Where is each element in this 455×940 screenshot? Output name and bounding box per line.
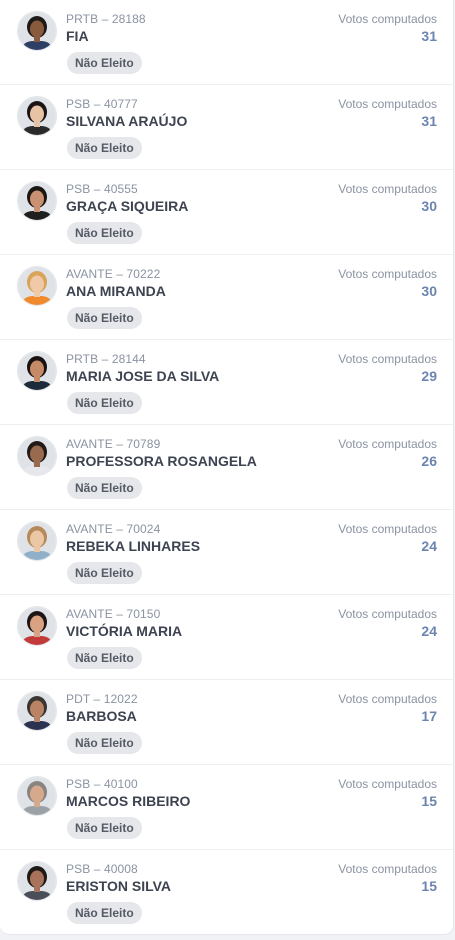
candidate-row[interactable]: AVANTE – 70150 VICTÓRIA MARIA Não Eleito… [0, 595, 453, 680]
votes-label: Votos computados [338, 182, 437, 196]
votes-label: Votos computados [338, 352, 437, 366]
person-photo-icon [18, 352, 56, 390]
vote-count: 29 [421, 368, 437, 384]
candidate-row[interactable]: PSB – 40555 GRAÇA SIQUEIRA Não Eleito Vo… [0, 170, 453, 255]
person-photo-icon [18, 607, 56, 645]
candidate-row[interactable]: PRTB – 28188 FIA Não Eleito Votos comput… [0, 0, 453, 85]
vote-count: 31 [421, 28, 437, 44]
candidate-photo [17, 181, 57, 221]
candidate-name: ANA MIRANDA [66, 283, 166, 299]
status-badge: Não Eleito [67, 477, 142, 499]
vote-count: 31 [421, 113, 437, 129]
status-badge: Não Eleito [67, 307, 142, 329]
candidate-photo [17, 776, 57, 816]
vote-count: 24 [421, 538, 437, 554]
person-photo-icon [18, 267, 56, 305]
candidate-name: MARCOS RIBEIRO [66, 793, 191, 809]
candidate-row[interactable]: PSB – 40008 ERISTON SILVA Não Eleito Vot… [0, 850, 453, 934]
vote-count: 30 [421, 283, 437, 299]
party-number: PSB – 40777 [66, 97, 138, 111]
vote-count: 15 [421, 878, 437, 894]
votes-label: Votos computados [338, 607, 437, 621]
votes-label: Votos computados [338, 522, 437, 536]
votes-label: Votos computados [338, 97, 437, 111]
candidate-photo [17, 606, 57, 646]
party-number: PDT – 12022 [66, 692, 138, 706]
status-badge: Não Eleito [67, 902, 142, 924]
candidate-row[interactable]: PRTB – 28144 MARIA JOSE DA SILVA Não Ele… [0, 340, 453, 425]
party-number: PSB – 40008 [66, 862, 138, 876]
votes-label: Votos computados [338, 267, 437, 281]
person-photo-icon [18, 97, 56, 135]
candidate-photo [17, 861, 57, 901]
candidate-row[interactable]: PSB – 40100 MARCOS RIBEIRO Não Eleito Vo… [0, 765, 453, 850]
status-badge: Não Eleito [67, 222, 142, 244]
candidate-name: REBEKA LINHARES [66, 538, 201, 554]
person-photo-icon [18, 12, 56, 50]
vote-count: 30 [421, 198, 437, 214]
party-number: AVANTE – 70222 [66, 267, 161, 281]
party-number: PRTB – 28144 [66, 352, 146, 366]
status-badge: Não Eleito [67, 52, 142, 74]
candidate-row[interactable]: AVANTE – 70789 PROFESSORA ROSANGELA Não … [0, 425, 453, 510]
candidate-photo [17, 96, 57, 136]
person-photo-icon [18, 522, 56, 560]
party-number: AVANTE – 70150 [66, 607, 161, 621]
votes-label: Votos computados [338, 12, 437, 26]
candidate-photo [17, 351, 57, 391]
party-number: PRTB – 28188 [66, 12, 146, 26]
candidate-photo [17, 11, 57, 51]
candidate-name: ERISTON SILVA [66, 878, 172, 894]
candidate-photo [17, 436, 57, 476]
votes-label: Votos computados [338, 692, 437, 706]
votes-label: Votos computados [338, 862, 437, 876]
vote-count: 15 [421, 793, 437, 809]
status-badge: Não Eleito [67, 562, 142, 584]
candidate-name: GRAÇA SIQUEIRA [66, 198, 189, 214]
vote-count: 26 [421, 453, 437, 469]
votes-label: Votos computados [338, 777, 437, 791]
status-badge: Não Eleito [67, 647, 142, 669]
person-photo-icon [18, 862, 56, 900]
party-number: AVANTE – 70024 [66, 522, 161, 536]
party-number: PSB – 40100 [66, 777, 138, 791]
candidate-name: BARBOSA [66, 708, 137, 724]
candidate-row[interactable]: PSB – 40777 SILVANA ARAÚJO Não Eleito Vo… [0, 85, 453, 170]
candidate-photo [17, 691, 57, 731]
vote-count: 17 [421, 708, 437, 724]
person-photo-icon [18, 692, 56, 730]
person-photo-icon [18, 777, 56, 815]
candidate-name: SILVANA ARAÚJO [66, 113, 188, 129]
votes-label: Votos computados [338, 437, 437, 451]
candidate-photo [17, 266, 57, 306]
status-badge: Não Eleito [67, 137, 142, 159]
candidate-name: FIA [66, 28, 89, 44]
candidate-photo [17, 521, 57, 561]
person-photo-icon [18, 182, 56, 220]
candidate-row[interactable]: AVANTE – 70222 ANA MIRANDA Não Eleito Vo… [0, 255, 453, 340]
status-badge: Não Eleito [67, 732, 142, 754]
party-number: PSB – 40555 [66, 182, 138, 196]
candidate-name: MARIA JOSE DA SILVA [66, 368, 220, 384]
candidate-name: VICTÓRIA MARIA [66, 623, 183, 639]
status-badge: Não Eleito [67, 817, 142, 839]
status-badge: Não Eleito [67, 392, 142, 414]
vote-count: 24 [421, 623, 437, 639]
candidate-row[interactable]: PDT – 12022 BARBOSA Não Eleito Votos com… [0, 680, 453, 765]
candidate-name: PROFESSORA ROSANGELA [66, 453, 257, 469]
party-number: AVANTE – 70789 [66, 437, 161, 451]
person-photo-icon [18, 437, 56, 475]
candidate-list: PRTB – 28188 FIA Não Eleito Votos comput… [0, 0, 454, 935]
candidate-row[interactable]: AVANTE – 70024 REBEKA LINHARES Não Eleit… [0, 510, 453, 595]
